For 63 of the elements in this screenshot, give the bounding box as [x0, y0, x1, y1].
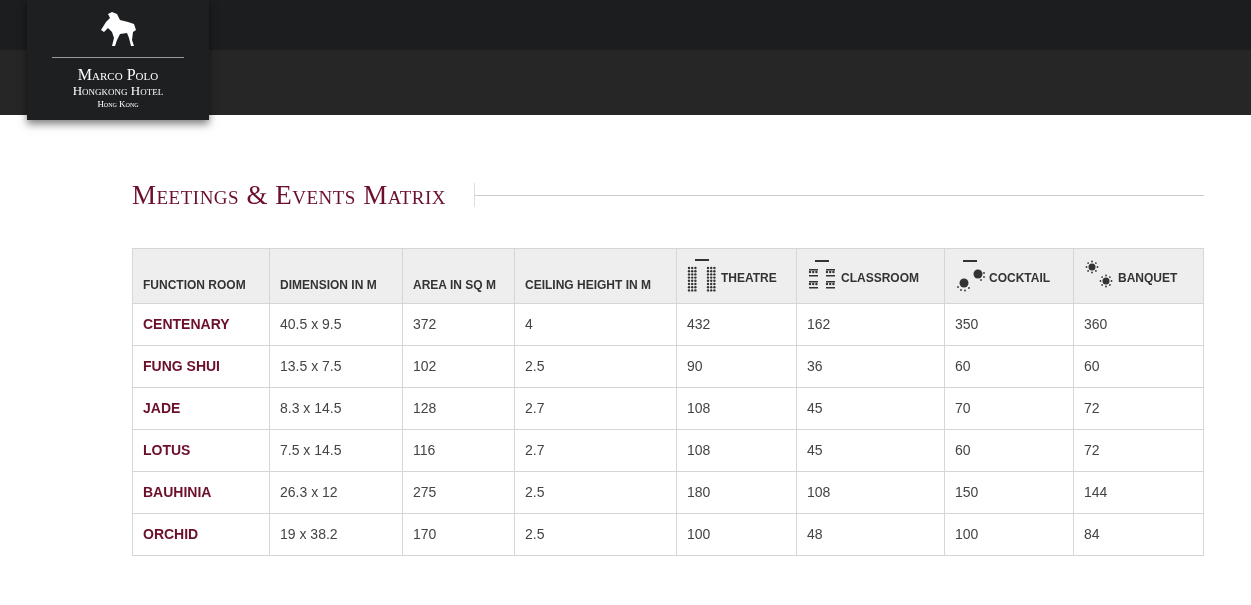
room-name-cell: LOTUS: [132, 429, 270, 472]
room-name-cell: ORCHID: [132, 513, 270, 556]
table-cell: 45: [796, 387, 945, 430]
table-cell: 170: [402, 513, 515, 556]
table-cell: 100: [676, 513, 797, 556]
logo-name: Marco Polo: [77, 66, 159, 84]
column-header: DIMENSION IN M: [269, 248, 403, 304]
column-header: THEATRE: [676, 248, 797, 304]
table-cell: 72: [1073, 429, 1204, 472]
column-header: AREA IN SQ M: [402, 248, 515, 304]
room-name-cell: FUNG SHUI: [132, 345, 270, 388]
table-cell: 48: [796, 513, 945, 556]
page-title: Meetings & Events Matrix: [132, 179, 447, 212]
table-cell: 7.5 x 14.5: [269, 429, 403, 472]
table-cell: 36: [796, 345, 945, 388]
column-header: CEILING HEIGHT IN M: [514, 248, 677, 304]
table-cell: 2.7: [514, 387, 677, 430]
logo-location: Hong Kong: [97, 98, 139, 110]
column-header: FUNCTION ROOM: [132, 248, 270, 304]
room-name-cell: BAUHINIA: [132, 471, 270, 514]
table-cell: 60: [1073, 345, 1204, 388]
room-name-cell: JADE: [132, 387, 270, 430]
theatre-seating-icon: [687, 259, 719, 293]
table-cell: 2.5: [514, 345, 677, 388]
table-cell: 13.5 x 7.5: [269, 345, 403, 388]
table-cell: 128: [402, 387, 515, 430]
table-cell: 100: [944, 513, 1074, 556]
table-cell: 150: [944, 471, 1074, 514]
table-cell: 45: [796, 429, 945, 472]
table-cell: 60: [944, 345, 1074, 388]
table-cell: 2.5: [514, 471, 677, 514]
horse-icon: [98, 10, 138, 48]
cocktail-tables-icon: [955, 259, 987, 293]
table-cell: 162: [796, 303, 945, 346]
column-header: COCKTAIL: [944, 248, 1074, 304]
table-cell: 4: [514, 303, 677, 346]
table-cell: 8.3 x 14.5: [269, 387, 403, 430]
table-cell: 350: [944, 303, 1074, 346]
table-cell: 2.7: [514, 429, 677, 472]
table-cell: 70: [944, 387, 1074, 430]
table-cell: 26.3 x 12: [269, 471, 403, 514]
table-cell: 360: [1073, 303, 1204, 346]
table-cell: 432: [676, 303, 797, 346]
table-cell: 19 x 38.2: [269, 513, 403, 556]
table-cell: 108: [796, 471, 945, 514]
table-cell: 90: [676, 345, 797, 388]
table-cell: 116: [402, 429, 515, 472]
table-cell: 2.5: [514, 513, 677, 556]
table-cell: 102: [402, 345, 515, 388]
table-cell: 108: [676, 387, 797, 430]
column-header: BANQUET: [1073, 248, 1204, 304]
table-cell: 72: [1073, 387, 1204, 430]
table-cell: 372: [402, 303, 515, 346]
logo-subtitle: Hongkong Hotel: [72, 84, 164, 98]
table-cell: 60: [944, 429, 1074, 472]
table-cell: 108: [676, 429, 797, 472]
room-name-cell: CENTENARY: [132, 303, 270, 346]
table-cell: 144: [1073, 471, 1204, 514]
table-cell: 180: [676, 471, 797, 514]
table-cell: 275: [402, 471, 515, 514]
table-cell: 84: [1073, 513, 1204, 556]
table-cell: 40.5 x 9.5: [269, 303, 403, 346]
column-header: CLASSROOM: [796, 248, 945, 304]
